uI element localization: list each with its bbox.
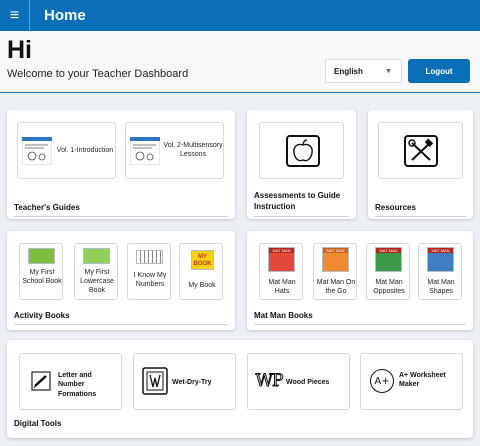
cover-header: MAT MAN (323, 248, 348, 253)
activity-book-tile[interactable]: I Know My Numbers (127, 243, 171, 300)
guide-vol2-tile[interactable]: Vol. 2-Multisensory Lessons (125, 122, 224, 179)
mat-man-book-tile[interactable]: MAT MAN Mat Man Shapes (418, 243, 462, 300)
teachers-guides-panel: Vol. 1-Introduction Vol. 2-Multisensory … (7, 110, 235, 219)
book-label: My First Lowercase Book (80, 269, 114, 295)
mat-man-book-tile[interactable]: MAT MAN Mat Man Hats (259, 243, 303, 300)
activity-book-tile[interactable]: My First School Book (19, 243, 63, 300)
chevron-down-icon: ▼ (385, 68, 392, 75)
digital-tools-title: Digital Tools (14, 419, 62, 428)
assessments-tile[interactable] (259, 122, 344, 179)
teachers-guides-title: Teacher's Guides (14, 203, 80, 212)
book-label: Mat Man On the Go (316, 279, 356, 296)
panel-divider (14, 216, 228, 217)
pencil-icon (27, 366, 55, 396)
guide-vol1-cover-icon (22, 137, 52, 165)
cover-header: MAT MAN (428, 248, 453, 253)
book-cover-icon (83, 248, 110, 264)
cover-header: MAT MAN (269, 248, 294, 253)
tool-label: Letter and Number Formations (58, 372, 97, 398)
book-cover-icon: MAT MAN (322, 247, 349, 272)
mat-man-books-panel: MAT MAN Mat Man Hats MAT MAN Mat Man On … (247, 231, 473, 330)
book-label: I Know My Numbers (133, 272, 167, 289)
page-title: Home (44, 7, 86, 24)
book-label: My Book (188, 282, 216, 289)
letter-number-formations-tile[interactable]: Letter and Number Formations (19, 353, 122, 410)
book-cover-icon: MY BOOK (191, 250, 214, 270)
tools-icon (404, 135, 438, 167)
mat-man-book-tile[interactable]: MAT MAN Mat Man Opposites (366, 243, 410, 300)
logout-button[interactable]: Logout (408, 59, 470, 83)
wet-dry-try-icon (141, 366, 169, 396)
wood-pieces-glyph: WP (255, 371, 284, 392)
a-plus-icon: A+ (368, 366, 396, 396)
wood-pieces-tile[interactable]: WP Wood Pieces (247, 353, 350, 410)
resources-title: Resources (375, 203, 416, 212)
book-label: Mat Man Shapes (427, 279, 455, 296)
assessments-panel[interactable]: Assessments to Guide Instruction (247, 110, 356, 219)
tool-label: Wet-Dry-Try (172, 379, 212, 386)
activity-books-title: Activity Books (14, 311, 70, 320)
dashboard-header: Hi Welcome to your Teacher Dashboard Eng… (0, 31, 480, 93)
wet-dry-try-tile[interactable]: Wet-Dry-Try (133, 353, 236, 410)
book-cover-icon: MAT MAN (375, 247, 402, 272)
panel-divider (254, 216, 349, 217)
a-plus-glyph: A+ (374, 375, 390, 387)
language-select[interactable]: English ▼ (325, 59, 402, 83)
book-label: Mat Man Hats (268, 279, 296, 296)
mat-man-book-tile[interactable]: MAT MAN Mat Man On the Go (313, 243, 357, 300)
mat-man-books-title: Mat Man Books (254, 311, 313, 320)
top-app-bar: ≡ Home (0, 0, 480, 31)
guide-vol1-label: Vol. 1-Introduction (56, 147, 114, 154)
book-cover-icon: MAT MAN (427, 247, 454, 272)
assessments-title: Assessments to Guide Instruction (254, 191, 341, 211)
welcome-text: Welcome to your Teacher Dashboard (7, 68, 189, 80)
panel-divider (14, 324, 228, 325)
book-cover-icon: MAT MAN (268, 247, 295, 272)
activity-book-tile[interactable]: My First Lowercase Book (74, 243, 118, 300)
guide-vol2-cover-icon (130, 137, 160, 165)
menu-glyph: ≡ (9, 6, 20, 24)
language-selected: English (334, 67, 363, 76)
cover-header: MAT MAN (376, 248, 401, 253)
book-cover-icon (136, 250, 163, 264)
guide-vol1-tile[interactable]: Vol. 1-Introduction (17, 122, 116, 179)
activity-book-tile[interactable]: MY BOOK My Book (179, 243, 223, 300)
wood-pieces-icon: WP (255, 366, 284, 396)
resources-panel[interactable]: Resources (368, 110, 473, 219)
worksheet-maker-tile[interactable]: A+ A+ Worksheet Maker (360, 353, 463, 410)
book-cover-icon (28, 248, 55, 264)
hamburger-menu-icon[interactable]: ≡ (0, 0, 30, 31)
book-label: My First School Book (22, 269, 62, 286)
activity-books-panel: My First School Book My First Lowercase … (7, 231, 235, 330)
guide-vol2-label: Vol. 2-Multisensory Lessons (163, 142, 223, 159)
book-label: Mat Man Opposites (373, 279, 405, 296)
apple-icon (286, 135, 320, 167)
tool-label: Wood Pieces (286, 379, 330, 386)
greeting-heading: Hi (7, 36, 32, 64)
panel-divider (254, 324, 466, 325)
resources-tile[interactable] (378, 122, 463, 179)
panel-divider (375, 216, 466, 217)
tool-label: A+ Worksheet Maker (399, 372, 446, 389)
